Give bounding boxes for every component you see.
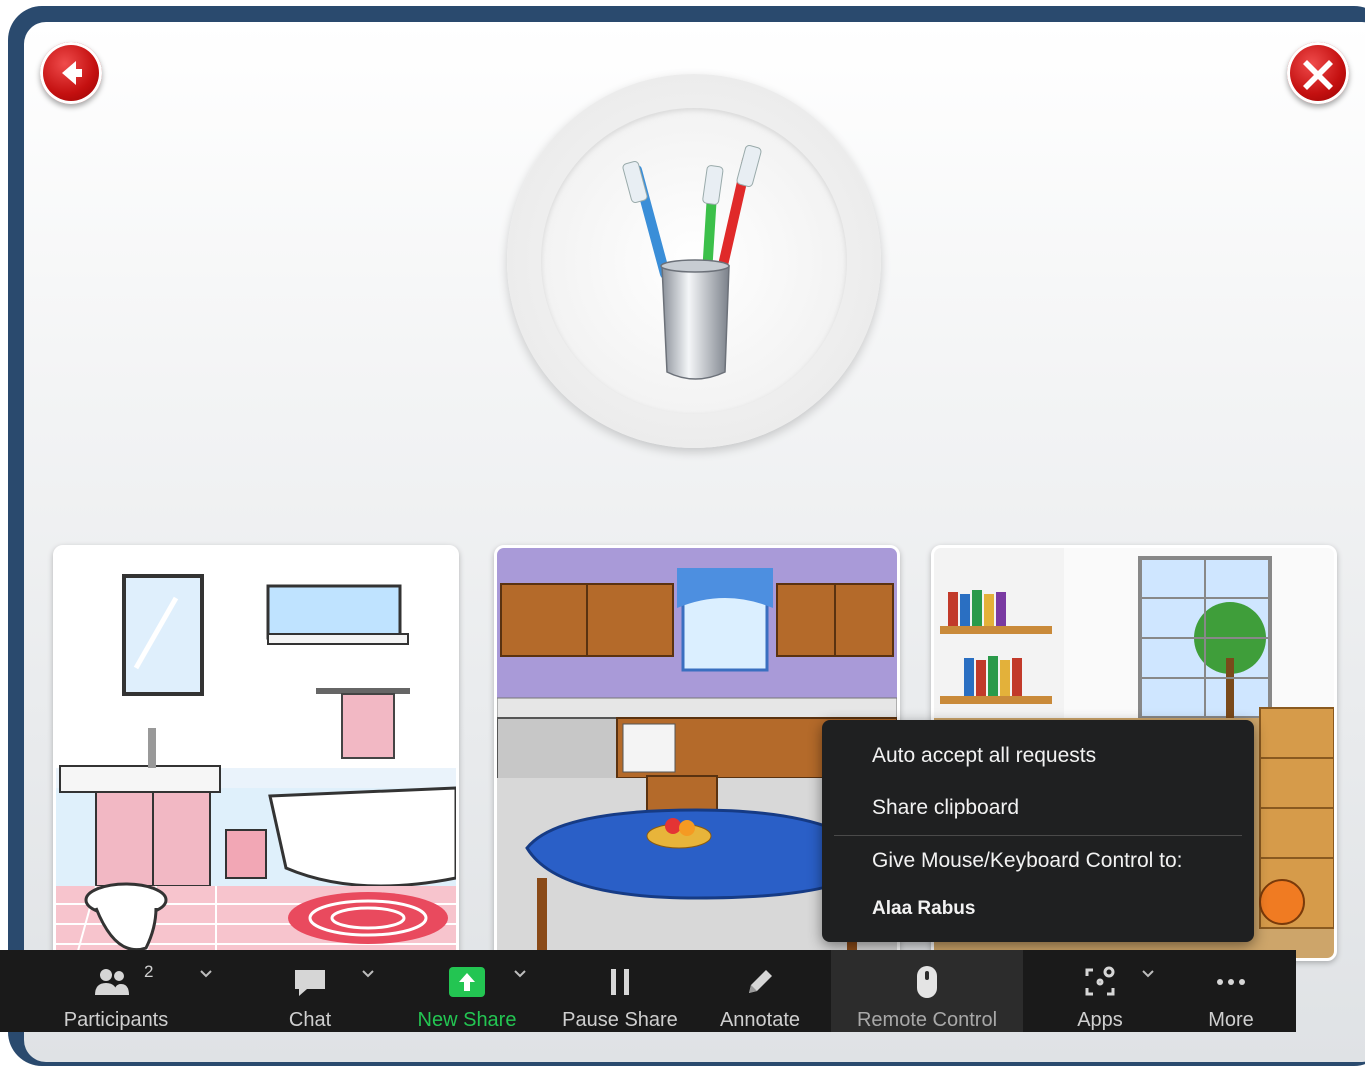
close-button[interactable]	[1287, 42, 1349, 104]
upload-arrow-icon	[447, 962, 487, 1002]
annotate-button[interactable]: Annotate	[708, 950, 812, 1032]
toothbrush-cup-icon	[622, 145, 762, 380]
pause-share-button[interactable]: Pause Share	[556, 950, 684, 1032]
remote-control-menu: Auto accept all requests Share clipboard…	[822, 720, 1254, 942]
ellipsis-icon	[1211, 962, 1251, 1002]
menu-item-auto-accept[interactable]: Auto accept all requests	[872, 744, 1096, 768]
close-x-icon	[1303, 60, 1333, 90]
bathroom-scene-icon	[56, 548, 456, 958]
chat-button[interactable]: Chat	[262, 950, 358, 1032]
apps-button[interactable]: Apps	[1060, 950, 1140, 1032]
mouse-icon	[907, 962, 947, 1002]
chat-chevron-icon[interactable]	[361, 966, 375, 980]
remote-control-button[interactable]: Remote Control	[831, 950, 1023, 1032]
pencil-icon	[740, 962, 780, 1002]
menu-section-title: Give Mouse/Keyboard Control to:	[872, 849, 1183, 872]
participants-chevron-icon[interactable]	[199, 966, 213, 980]
apps-chevron-icon[interactable]	[1141, 966, 1155, 980]
annotate-label: Annotate	[719, 1009, 801, 1031]
prompt-image-plate	[507, 74, 881, 448]
menu-divider	[834, 835, 1242, 836]
choice-card-bathroom[interactable]	[53, 545, 459, 961]
chat-bubble-icon	[290, 962, 330, 1002]
pause-icon	[600, 962, 640, 1002]
apps-label: Apps	[1077, 1009, 1123, 1031]
participants-count: 2	[144, 962, 154, 981]
participants-icon	[92, 962, 132, 1002]
back-arrow-icon	[62, 61, 82, 85]
new-share-chevron-icon[interactable]	[513, 966, 527, 980]
more-label: More	[1208, 1009, 1254, 1031]
remote-control-label: Remote Control	[856, 1009, 998, 1031]
new-share-button[interactable]: New Share	[408, 950, 526, 1032]
menu-item-user[interactable]: Alaa Rabus	[872, 898, 975, 920]
apps-grid-icon	[1080, 962, 1120, 1002]
chat-label: Chat	[288, 1009, 332, 1031]
pause-share-label: Pause Share	[562, 1009, 678, 1031]
participants-label: Participants	[63, 1009, 169, 1031]
back-button[interactable]	[40, 42, 102, 104]
menu-item-share-clipboard[interactable]: Share clipboard	[872, 796, 1019, 820]
participants-button[interactable]: 2 Participants	[52, 950, 180, 1032]
meeting-toolbar: 2 Participants Chat New Share Pause Shar…	[0, 950, 1296, 1032]
new-share-label: New Share	[417, 1009, 517, 1031]
more-button[interactable]: More	[1196, 950, 1266, 1032]
